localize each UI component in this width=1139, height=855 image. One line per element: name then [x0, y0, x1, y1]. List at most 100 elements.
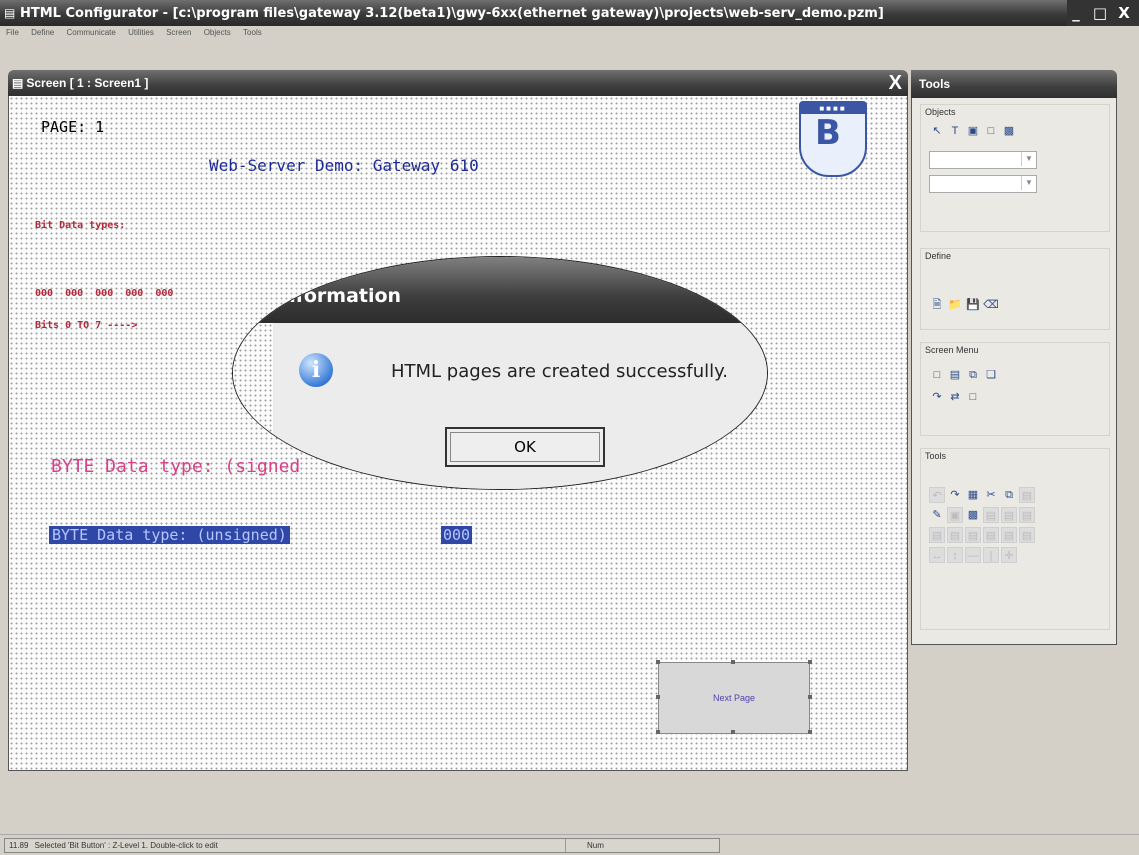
undo-icon[interactable]: ↶ [929, 487, 945, 503]
chevron-down-icon[interactable]: ▼ [1021, 152, 1036, 166]
screen-menu-icon-row-2: ↷ ⇄ □ [929, 389, 981, 405]
menu-objects[interactable]: Objects [204, 28, 231, 37]
tools-panel: Tools Objects ↖ T ▣ □ ▩ ▼ ▼ Define 🗎 📁 💾… [911, 70, 1117, 646]
screen-menu-group: Screen Menu □ ▤ ⧉ ❏ ↷ ⇄ □ [920, 342, 1110, 436]
redo-icon[interactable]: ↷ [947, 487, 963, 503]
align-right-icon[interactable]: ▤ [1019, 507, 1035, 523]
bit-value-row[interactable]: 000 000 000 000 000 [35, 288, 173, 299]
menu-define[interactable]: Define [31, 28, 54, 37]
space-vertical-icon[interactable]: ↕ [947, 547, 963, 563]
app-title: HTML Configurator - [c:\program files\ga… [20, 6, 884, 21]
tools-icon-row-1: ↶ ↷ ▦ ✂ ⧉ ▤ [929, 487, 1035, 503]
resize-handle[interactable] [808, 730, 812, 734]
resize-handle[interactable] [808, 660, 812, 664]
status-separator [565, 839, 566, 852]
dialog-message: HTML pages are created successfully. [391, 361, 728, 382]
menu-communicate[interactable]: Communicate [66, 28, 115, 37]
blank-screen-icon[interactable]: □ [965, 389, 981, 405]
send-back-icon[interactable]: ▩ [965, 507, 981, 523]
pointer-icon[interactable]: ↖ [929, 123, 945, 139]
space-horizontal-icon[interactable]: ↔ [929, 547, 945, 563]
demo-title-text[interactable]: Web-Server Demo: Gateway 610 [209, 156, 479, 175]
edit-icon[interactable]: ✎ [929, 507, 945, 523]
same-width-icon[interactable]: ▤ [983, 527, 999, 543]
company-logo[interactable]: ■■■■ B [799, 101, 867, 177]
save-icon[interactable]: 💾 [965, 297, 981, 313]
tools-icon-row-2: ✎ ▣ ▩ ▤ ▤ ▤ [929, 507, 1035, 523]
status-box: 11.89 Selected 'Bit Button' : Z-Level 1.… [4, 838, 720, 853]
align-top-icon[interactable]: ▤ [929, 527, 945, 543]
align-bottom-icon[interactable]: ▤ [965, 527, 981, 543]
tools-icon-row-4: ↔ ↕ — | ✛ [929, 547, 1017, 563]
status-text: Selected 'Bit Button' : Z-Level 1. Doubl… [34, 841, 218, 850]
screen-link-icon[interactable]: ⇄ [947, 389, 963, 405]
copy-screen-icon[interactable]: ⧉ [965, 367, 981, 383]
info-icon: i [299, 353, 333, 387]
erase-icon[interactable]: ⌫ [983, 297, 999, 313]
app-title-bar[interactable]: ▤ HTML Configurator - [c:\program files\g… [0, 0, 1139, 26]
tools-title-bar[interactable]: Tools [911, 70, 1117, 98]
new-screen-icon[interactable]: □ [929, 367, 945, 383]
menu-tools[interactable]: Tools [243, 28, 262, 37]
bring-front-icon[interactable]: ▣ [947, 507, 963, 523]
resize-handle[interactable] [656, 695, 660, 699]
resize-handle[interactable] [808, 695, 812, 699]
next-page-label: Next Page [712, 693, 756, 703]
paste-screen-icon[interactable]: ❏ [983, 367, 999, 383]
center-horizontal-icon[interactable]: — [965, 547, 981, 563]
resize-handle[interactable] [656, 730, 660, 734]
resize-handle[interactable] [731, 730, 735, 734]
move-icon[interactable]: ✛ [1001, 547, 1017, 563]
screen-window-close-icon[interactable]: X [889, 70, 902, 96]
close-button[interactable]: X [1115, 0, 1133, 26]
bit-data-types-label[interactable]: Bit Data types: [35, 220, 125, 231]
copy-icon[interactable]: ⧉ [1001, 487, 1017, 503]
object-type-combo[interactable]: ▼ [929, 151, 1037, 169]
window-controls: _ □ X [1067, 0, 1139, 26]
menu-utilities[interactable]: Utilities [128, 28, 154, 37]
text-icon[interactable]: T [947, 123, 963, 139]
define-group-label: Define [925, 251, 952, 261]
byte-unsigned-value[interactable]: 000 [441, 526, 473, 544]
object-subtype-combo[interactable]: ▼ [929, 175, 1037, 193]
menu-file[interactable]: File [6, 28, 19, 37]
ok-button[interactable]: OK [445, 427, 605, 467]
tools-group: Tools ↶ ↷ ▦ ✂ ⧉ ▤ ✎ ▣ ▩ ▤ ▤ ▤ ▤ ▤ ▤ ▤ ▤ … [920, 448, 1110, 630]
paste-icon[interactable]: ▤ [1019, 487, 1035, 503]
align-middle-icon[interactable]: ▤ [947, 527, 963, 543]
image-icon[interactable]: ▣ [965, 123, 981, 139]
define-group: Define 🗎 📁 💾 ⌫ [920, 248, 1110, 330]
objects-group: Objects ↖ T ▣ □ ▩ ▼ ▼ [920, 104, 1110, 232]
new-file-icon[interactable]: 🗎 [929, 297, 945, 313]
minimize-button[interactable]: _ [1067, 0, 1085, 26]
resize-handle[interactable] [656, 660, 660, 664]
align-left-icon[interactable]: ▤ [983, 507, 999, 523]
maximize-button[interactable]: □ [1091, 0, 1109, 26]
next-page-button[interactable]: Next Page [658, 662, 810, 734]
chevron-down-icon[interactable]: ▼ [1021, 176, 1036, 190]
bits-range-label[interactable]: Bits 0 TO 7 ----> [35, 320, 137, 331]
resize-handle[interactable] [731, 660, 735, 664]
select-icon[interactable]: ▦ [965, 487, 981, 503]
open-folder-icon[interactable]: 📁 [947, 297, 963, 313]
center-vertical-icon[interactable]: | [983, 547, 999, 563]
menu-screen[interactable]: Screen [166, 28, 191, 37]
screen-properties-icon[interactable]: ▤ [947, 367, 963, 383]
goto-screen-icon[interactable]: ↷ [929, 389, 945, 405]
align-center-icon[interactable]: ▤ [1001, 507, 1017, 523]
define-icon-row: 🗎 📁 💾 ⌫ [929, 297, 999, 313]
objects-icon-row: ↖ T ▣ □ ▩ [929, 123, 1017, 139]
cut-icon[interactable]: ✂ [983, 487, 999, 503]
rectangle-icon[interactable]: □ [983, 123, 999, 139]
screen-window-title-bar[interactable]: ▤ Screen [ 1 : Screen1 ] X [8, 70, 908, 96]
objects-group-label: Objects [925, 107, 956, 117]
same-size-icon[interactable]: ▤ [1019, 527, 1035, 543]
screen-window-icon: ▤ [12, 76, 24, 90]
status-num: Num [587, 841, 604, 850]
byte-unsigned-label[interactable]: BYTE Data type: (unsigned) [49, 526, 290, 544]
screen-window-title: Screen [ 1 : Screen1 ] [26, 76, 149, 90]
bit-button-icon[interactable]: ▩ [1001, 123, 1017, 139]
same-height-icon[interactable]: ▤ [1001, 527, 1017, 543]
dialog-title: Information [275, 285, 402, 307]
page-label[interactable]: PAGE: 1 [41, 118, 104, 136]
